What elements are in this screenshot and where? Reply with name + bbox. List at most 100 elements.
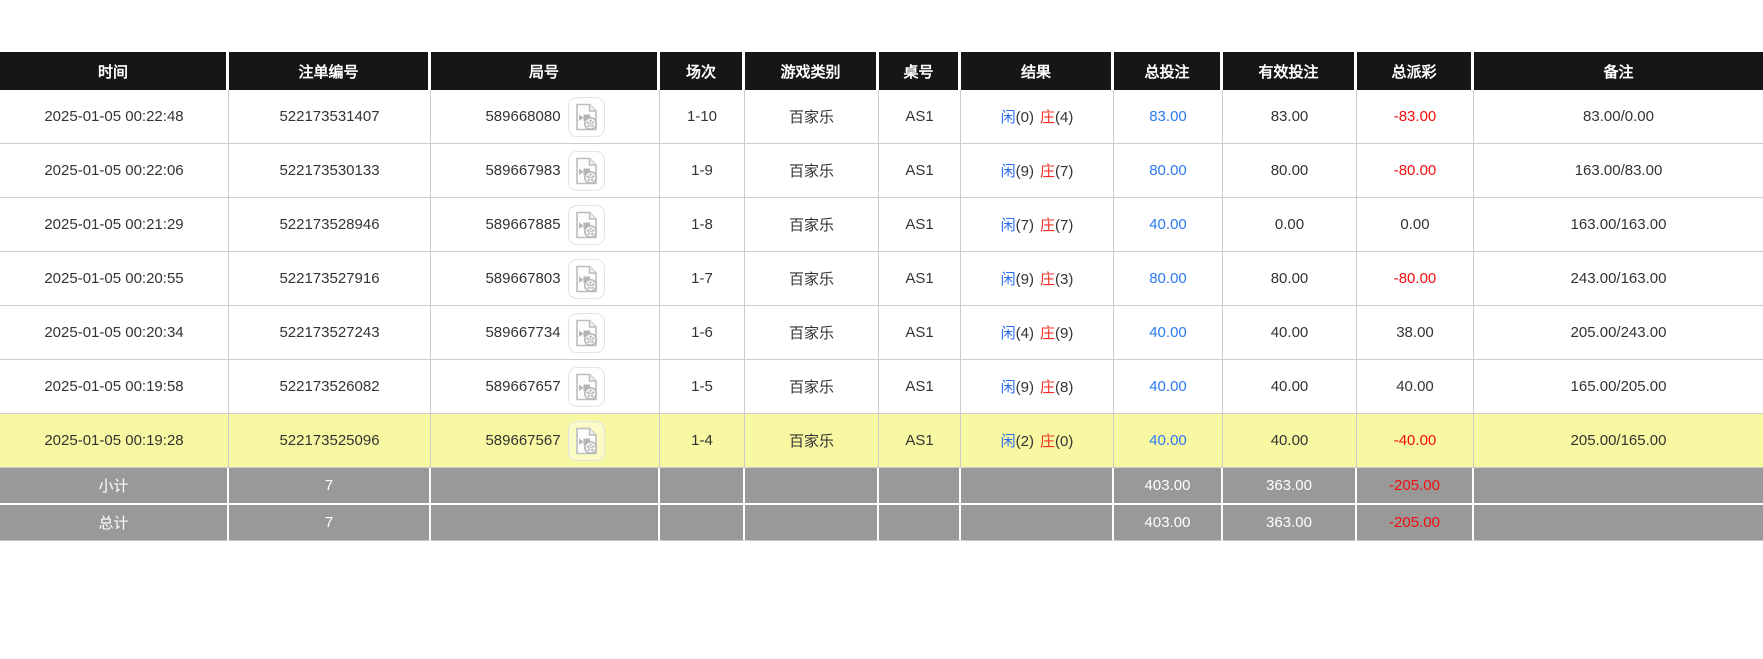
round-number: 589667734 — [485, 324, 560, 341]
cell-payout: 0.00 — [1357, 198, 1474, 252]
video-replay-button[interactable] — [568, 151, 605, 191]
cell-total-bet: 80.00 — [1114, 144, 1223, 198]
cell-bet-id: 522173527916 — [229, 252, 431, 306]
banker-score: (0) — [1055, 433, 1073, 450]
summary-empty-result — [961, 505, 1114, 541]
player-score: (0) — [1016, 109, 1034, 126]
cell-table-no: AS1 — [879, 198, 961, 252]
column-header-session: 场次 — [660, 52, 745, 90]
player-label: 闲 — [1001, 109, 1016, 126]
banker-score: (9) — [1055, 325, 1073, 342]
cell-round: 589667567 — [431, 414, 660, 468]
video-file-icon — [573, 426, 600, 456]
cell-game-type: 百家乐 — [745, 252, 879, 306]
player-label: 闲 — [1001, 271, 1016, 288]
cell-valid-bet: 80.00 — [1223, 144, 1357, 198]
cell-bet-id: 522173527243 — [229, 306, 431, 360]
column-header-valid_bet: 有效投注 — [1223, 52, 1357, 90]
summary-empty-session — [660, 468, 745, 505]
cell-total-bet: 40.00 — [1114, 306, 1223, 360]
cell-game-type: 百家乐 — [745, 306, 879, 360]
cell-valid-bet: 40.00 — [1223, 360, 1357, 414]
video-file-icon — [573, 102, 600, 132]
cell-result: 闲(0) 庄(4) — [961, 90, 1114, 144]
cell-total-bet: 40.00 — [1114, 414, 1223, 468]
banker-label: 庄 — [1040, 271, 1055, 288]
cell-remark: 163.00/83.00 — [1474, 144, 1763, 198]
cell-table-no: AS1 — [879, 414, 961, 468]
player-score: (9) — [1016, 163, 1034, 180]
cell-table-no: AS1 — [879, 90, 961, 144]
player-label: 闲 — [1001, 379, 1016, 396]
cell-bet-id: 522173528946 — [229, 198, 431, 252]
summary-empty-remark — [1474, 505, 1763, 541]
round-number: 589667657 — [485, 378, 560, 395]
table-row: 2025-01-05 00:20:34 522173527243 5896677… — [0, 306, 1763, 360]
cell-valid-bet: 0.00 — [1223, 198, 1357, 252]
header-row: 时间注单编号局号场次游戏类别桌号结果总投注有效投注总派彩备注 — [0, 52, 1763, 90]
video-replay-button[interactable] — [568, 367, 605, 407]
round-number: 589667885 — [485, 216, 560, 233]
summary-count: 7 — [229, 505, 431, 541]
cell-time: 2025-01-05 00:21:29 — [0, 198, 229, 252]
cell-table-no: AS1 — [879, 144, 961, 198]
cell-remark: 243.00/163.00 — [1474, 252, 1763, 306]
player-score: (9) — [1016, 271, 1034, 288]
cell-result: 闲(9) 庄(3) — [961, 252, 1114, 306]
summary-empty-game — [745, 505, 879, 541]
table-row: 2025-01-05 00:22:48 522173531407 5896680… — [0, 90, 1763, 144]
video-replay-button[interactable] — [568, 313, 605, 353]
player-score: (7) — [1016, 217, 1034, 234]
cell-payout: -83.00 — [1357, 90, 1474, 144]
cell-game-type: 百家乐 — [745, 414, 879, 468]
cell-time: 2025-01-05 00:22:48 — [0, 90, 229, 144]
banker-score: (4) — [1055, 109, 1073, 126]
column-header-result: 结果 — [961, 52, 1114, 90]
cell-game-type: 百家乐 — [745, 144, 879, 198]
cell-round: 589667983 — [431, 144, 660, 198]
summary-empty-session — [660, 505, 745, 541]
video-replay-button[interactable] — [568, 421, 605, 461]
cell-session: 1-7 — [660, 252, 745, 306]
player-label: 闲 — [1001, 217, 1016, 234]
cell-valid-bet: 40.00 — [1223, 306, 1357, 360]
player-label: 闲 — [1001, 433, 1016, 450]
cell-payout: 40.00 — [1357, 360, 1474, 414]
summary-row: 小计 7 403.00 363.00 -205.00 — [0, 468, 1763, 505]
cell-payout: -80.00 — [1357, 144, 1474, 198]
banker-score: (3) — [1055, 271, 1073, 288]
summary-valid-bet: 363.00 — [1223, 505, 1357, 541]
summary-label: 总计 — [0, 505, 229, 541]
column-header-table_no: 桌号 — [879, 52, 961, 90]
player-label: 闲 — [1001, 163, 1016, 180]
summary-count: 7 — [229, 468, 431, 505]
video-replay-button[interactable] — [568, 97, 605, 137]
banker-label: 庄 — [1040, 109, 1055, 126]
table-row: 2025-01-05 00:19:28 522173525096 5896675… — [0, 414, 1763, 468]
banker-label: 庄 — [1040, 325, 1055, 342]
cell-time: 2025-01-05 00:20:55 — [0, 252, 229, 306]
summary-empty-game — [745, 468, 879, 505]
player-score: (4) — [1016, 325, 1034, 342]
cell-session: 1-4 — [660, 414, 745, 468]
cell-result: 闲(9)庄(7) — [961, 144, 1114, 198]
video-replay-button[interactable] — [568, 259, 605, 299]
cell-round: 589667734 — [431, 306, 660, 360]
cell-time: 2025-01-05 00:22:06 — [0, 144, 229, 198]
cell-game-type: 百家乐 — [745, 198, 879, 252]
player-label: 闲 — [1001, 325, 1016, 342]
cell-total-bet: 83.00 — [1114, 90, 1223, 144]
cell-total-bet: 40.00 — [1114, 360, 1223, 414]
cell-payout: -80.00 — [1357, 252, 1474, 306]
cell-remark: 205.00/165.00 — [1474, 414, 1763, 468]
cell-session: 1-10 — [660, 90, 745, 144]
cell-round: 589668080 — [431, 90, 660, 144]
video-file-icon — [573, 372, 600, 402]
video-replay-button[interactable] — [568, 205, 605, 245]
cell-round: 589667885 — [431, 198, 660, 252]
player-score: (2) — [1016, 433, 1034, 450]
cell-round: 589667657 — [431, 360, 660, 414]
table-body: 2025-01-05 00:22:48 522173531407 5896680… — [0, 90, 1763, 541]
bet-history-table: 时间注单编号局号场次游戏类别桌号结果总投注有效投注总派彩备注 2025-01-0… — [0, 52, 1763, 541]
video-file-icon — [573, 210, 600, 240]
